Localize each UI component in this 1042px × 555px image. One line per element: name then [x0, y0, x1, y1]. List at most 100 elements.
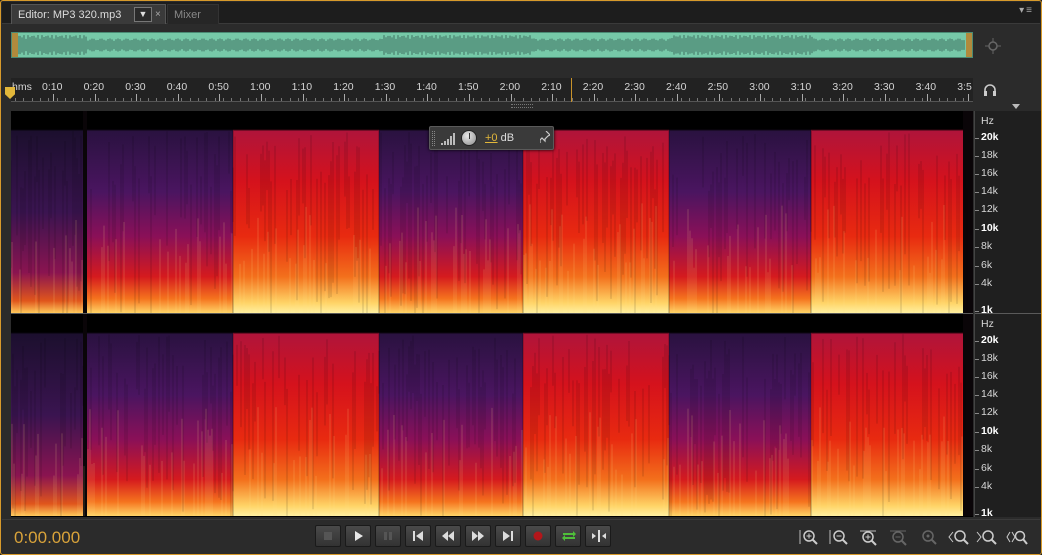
- ruler-tick-label: 2:20: [582, 81, 604, 93]
- zoom-out-full-button[interactable]: [918, 528, 940, 546]
- hud-grip[interactable]: [432, 131, 435, 146]
- ruler-minor-tick: [23, 98, 25, 101]
- ruler-minor-tick: [572, 98, 574, 101]
- ruler-tick-label: 2:40: [666, 81, 687, 93]
- ruler-minor-tick: [639, 98, 640, 101]
- zoom-navigator-icon[interactable]: [985, 38, 1001, 54]
- ruler-minor-tick: [547, 98, 549, 101]
- ruler-minor-tick: [905, 98, 907, 101]
- frequency-label: 10k: [981, 222, 999, 234]
- frequency-label: 14k: [981, 388, 998, 400]
- ruler-minor-tick: [730, 98, 732, 101]
- zoom-out-full-icon: [922, 530, 937, 545]
- frequency-tick: [975, 341, 979, 342]
- zoom-in-at-start-button[interactable]: [948, 528, 970, 546]
- ruler-minor-tick: [281, 98, 283, 101]
- skip-previous-button[interactable]: [405, 525, 431, 547]
- vertical-scroll-grip[interactable]: [511, 104, 533, 108]
- timecode-display[interactable]: 0:00.000: [14, 528, 80, 548]
- panel-menu-icon[interactable]: ▾≡: [1019, 5, 1034, 16]
- zoom-out-time-button[interactable]: [888, 528, 910, 546]
- amplitude-hud[interactable]: +0 dB: [429, 126, 554, 150]
- zoom-in-selection-button[interactable]: [1006, 528, 1028, 546]
- volume-amount[interactable]: +0: [485, 132, 498, 144]
- rewind-button[interactable]: [435, 525, 461, 547]
- frequency-tick: [975, 266, 979, 267]
- volume-readout[interactable]: +0 dB: [485, 132, 514, 144]
- ruler-minor-tick: [780, 98, 782, 101]
- ruler-minor-tick: [647, 98, 649, 101]
- ruler-minor-tick: [896, 98, 898, 101]
- loop-button[interactable]: [555, 525, 581, 547]
- overview-left-handle[interactable]: [12, 33, 18, 57]
- ruler-minor-tick: [314, 98, 316, 101]
- zoom-out-amplitude-button[interactable]: [828, 528, 850, 546]
- fast-forward-button[interactable]: [465, 525, 491, 547]
- zoom-in-time-button[interactable]: [858, 528, 880, 546]
- ruler-minor-tick: [422, 98, 424, 101]
- ruler-minor-tick: [963, 98, 965, 101]
- ruler-minor-tick: [630, 98, 632, 101]
- ruler-minor-tick: [131, 98, 133, 101]
- ruler-minor-tick: [256, 98, 258, 101]
- pause-button[interactable]: [375, 525, 401, 547]
- frequency-label: 14k: [981, 185, 998, 197]
- ruler-minor-tick: [772, 98, 774, 101]
- skip-selection-button[interactable]: [585, 525, 611, 547]
- ruler-minor-tick: [497, 98, 499, 101]
- close-icon[interactable]: ×: [155, 5, 161, 25]
- frequency-label: 8k: [981, 443, 993, 455]
- zoom-in-at-end-button[interactable]: [976, 528, 998, 546]
- headphones-icon[interactable]: [983, 83, 997, 100]
- zoom-in-amplitude-icon: [799, 530, 818, 545]
- ruler-minor-tick: [189, 98, 191, 101]
- play-button[interactable]: [345, 525, 371, 547]
- zoom-overview-bar[interactable]: [11, 32, 973, 58]
- zoom-out-amplitude-icon: [829, 530, 848, 545]
- ruler-tick-label: 2:10: [541, 81, 562, 93]
- ruler-major-tick: [427, 94, 429, 101]
- ruler-minor-tick: [364, 98, 366, 101]
- ruler-minor-tick: [123, 98, 125, 101]
- ruler-tick-label: 3:10: [790, 81, 812, 93]
- record-button[interactable]: [525, 525, 551, 547]
- frequency-unit-label: Hz: [981, 318, 994, 330]
- tab-editor[interactable]: Editor: MP3 320.mp3 ▼ ×: [11, 4, 166, 24]
- volume-knob[interactable]: [461, 130, 477, 146]
- frequency-tick: [975, 247, 979, 248]
- ruler-minor-tick: [663, 98, 665, 101]
- ruler-center-line: [571, 78, 572, 102]
- skip-selection-icon: [592, 530, 606, 542]
- frequency-label: 16k: [981, 370, 998, 382]
- ruler-minor-tick: [505, 98, 507, 101]
- ruler-major-tick: [53, 94, 54, 101]
- ruler-minor-tick: [414, 98, 416, 101]
- ruler-minor-tick: [106, 98, 108, 101]
- ruler-minor-tick: [738, 98, 740, 101]
- ruler-minor-tick: [148, 98, 150, 101]
- ruler-minor-tick: [855, 98, 857, 101]
- spectral-channel-right[interactable]: [11, 314, 973, 516]
- ruler-minor-tick: [339, 98, 341, 101]
- ruler-tick-label: 0:20: [83, 81, 105, 93]
- frequency-label: 6k: [981, 462, 993, 474]
- stop-button[interactable]: [315, 525, 341, 547]
- ruler-minor-tick: [322, 98, 324, 101]
- chevron-down-icon[interactable]: [1012, 104, 1020, 109]
- zoom-in-amplitude-button[interactable]: [798, 528, 820, 546]
- frequency-label: 12k: [981, 203, 998, 215]
- overview-waveform: [17, 35, 965, 55]
- ruler-minor-tick: [622, 98, 624, 101]
- ruler-minor-tick: [89, 98, 91, 101]
- time-ruler[interactable]: hms 0:10 0:20 0:30 0:40 0:50 1:00 1:10 1:20 1:30…: [11, 78, 973, 102]
- spectral-frequency-display[interactable]: [11, 111, 973, 517]
- ruler-minor-tick: [48, 98, 50, 101]
- pin-icon[interactable]: [539, 130, 552, 146]
- overview-right-handle[interactable]: [966, 33, 972, 57]
- skip-next-button[interactable]: [495, 525, 521, 547]
- tab-mixer[interactable]: Mixer: [167, 4, 219, 24]
- ruler-minor-tick: [247, 98, 249, 101]
- frequency-label: 12k: [981, 406, 998, 418]
- file-dropdown-button[interactable]: ▼: [134, 7, 152, 22]
- ruler-minor-tick: [946, 98, 948, 101]
